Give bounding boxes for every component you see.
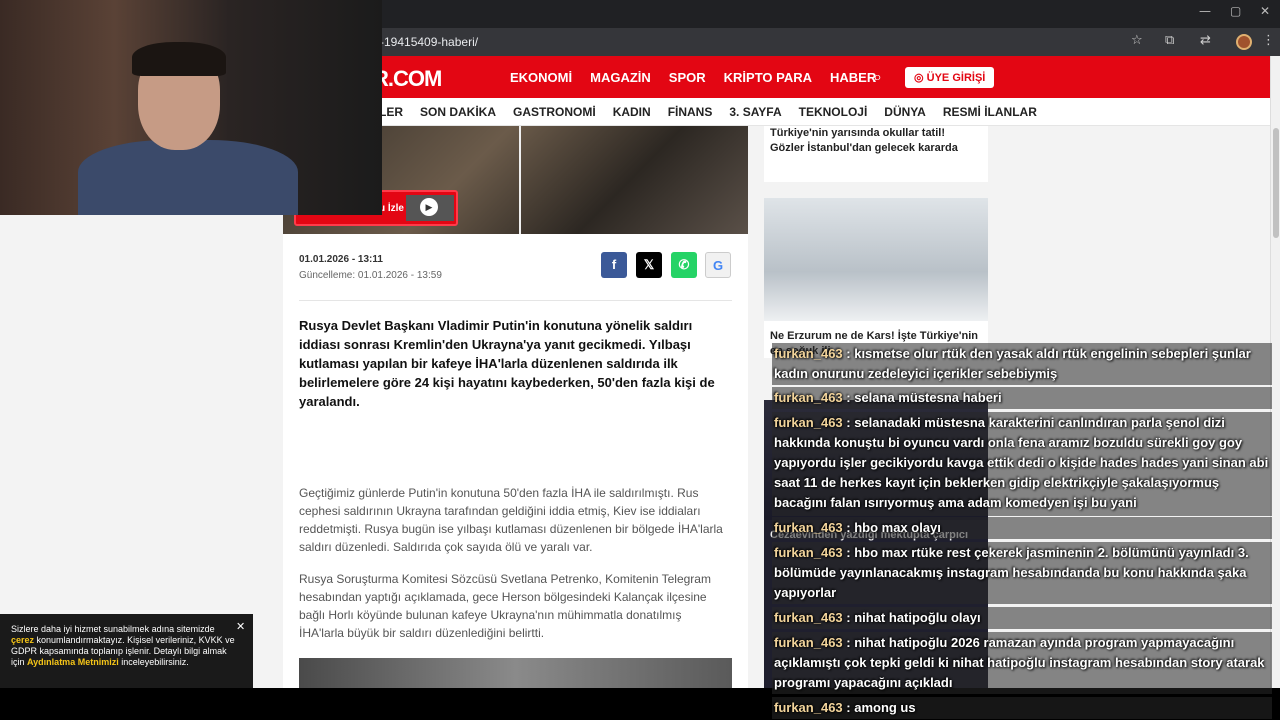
close-window-icon[interactable]: ✕ [1260, 4, 1270, 18]
nav-ekonomi[interactable]: EKONOMİ [510, 70, 572, 85]
maximize-icon[interactable]: ▢ [1230, 4, 1241, 18]
chat-text: : selanadaki müstesna karakterini canlın… [774, 415, 1269, 510]
subnav-dunya[interactable]: DÜNYA [884, 105, 926, 119]
chat-text: : nihat hatipoğlu 2026 ramazan ayında pr… [774, 635, 1265, 690]
chat-username: furkan_463 [774, 700, 843, 715]
publish-date: 01.01.2026 - 13:11 [299, 254, 383, 265]
profile-avatar[interactable] [1236, 34, 1252, 50]
chat-text: : hbo max olayı [842, 520, 941, 535]
subnav-son-dakika[interactable]: SON DAKİKA [420, 105, 496, 119]
article-body: 01.01.2026 - 13:11 Güncelleme: 01.01.202… [283, 234, 748, 720]
subnav-gastronomi[interactable]: GASTRONOMİ [513, 105, 596, 119]
article-lead: Rusya Devlet Başkanı Vladimir Putin'in k… [299, 318, 715, 409]
article-paragraph-1: Geçtiğimiz günlerde Putin'in konutuna 50… [299, 486, 723, 554]
chat-text: : hbo max rtüke rest çekerek jasminenin … [774, 545, 1249, 600]
facebook-share-icon[interactable]: f [601, 252, 627, 278]
chat-message: furkan_463 : nihat hatipoğlu olayı [772, 607, 1272, 629]
top-navigation: EKONOMİ MAGAZİN SPOR KRİPTO PARA HABER [510, 70, 876, 85]
chat-message: furkan_463 : selana müstesna haberi [772, 387, 1272, 409]
chat-message: furkan_463 : hbo max rtüke rest çekerek … [772, 542, 1272, 604]
updated-date: Güncelleme: 01.01.2026 - 13:59 [299, 270, 442, 281]
bookmark-star-icon[interactable]: ☆ [1131, 33, 1143, 48]
privacy-link[interactable]: Aydınlatma Metnimizi [27, 657, 119, 667]
article-paragraph-2: Rusya Soruşturma Komitesi Sözcüsü Svetla… [299, 572, 711, 640]
subnav-3-sayfa[interactable]: 3. SAYFA [729, 105, 781, 119]
minimize-icon[interactable]: — [1199, 4, 1211, 18]
chat-message: furkan_463 : hbo max olayı [772, 517, 1272, 539]
nav-haber[interactable]: HABER [830, 70, 876, 85]
webcam-shirt [78, 140, 298, 215]
nav-spor[interactable]: SPOR [669, 70, 706, 85]
close-icon[interactable]: ✕ [236, 620, 245, 633]
extensions-icon[interactable]: ⧉ [1165, 33, 1174, 48]
scroll-thumb[interactable] [1273, 128, 1279, 238]
chat-message: furkan_463 : kısmetse olur rtük den yasa… [772, 343, 1272, 385]
cookie-link[interactable]: çerez [11, 635, 34, 645]
play-icon: ▶ [420, 198, 438, 216]
chat-username: furkan_463 [774, 415, 843, 430]
chat-text: : nihat hatipoğlu olayı [842, 610, 981, 625]
subnav-resmi-ilanlar[interactable]: RESMİ İLANLAR [943, 105, 1037, 119]
sidebar-card-2-image [764, 198, 988, 321]
login-button[interactable]: ◎ ÜYE GİRİŞİ [905, 67, 995, 88]
chat-text: : selana müstesna haberi [842, 390, 1002, 405]
cookie-text: Sizlere daha iyi hizmet sunabilmek adına… [11, 624, 235, 667]
login-label: ÜYE GİRİŞİ [926, 72, 986, 84]
chat-username: furkan_463 [774, 390, 843, 405]
category-navigation: RİLER SON DAKİKA GASTRONOMİ KADIN FİNANS… [283, 98, 1270, 126]
sidebar-card-2[interactable]: Ne Erzurum ne de Kars! İşte Türkiye'nin … [764, 198, 988, 358]
chat-message: furkan_463 : among us [772, 697, 1272, 719]
whatsapp-share-icon[interactable]: ✆ [671, 252, 697, 278]
chat-username: furkan_463 [774, 520, 843, 535]
divider [299, 300, 732, 301]
translate-icon[interactable]: ⇄ [1200, 33, 1211, 48]
chat-username: furkan_463 [774, 545, 843, 560]
nav-magazin[interactable]: MAGAZİN [590, 70, 651, 85]
chat-text: : among us [842, 700, 916, 715]
google-news-icon[interactable]: G [705, 252, 731, 278]
sidebar-card-1-title: Türkiye'nin yarısında okullar tatil! Göz… [770, 127, 958, 154]
chat-username: furkan_463 [774, 635, 843, 650]
site-logo[interactable]: R.COM [373, 66, 442, 92]
nav-kripto-para[interactable]: KRİPTO PARA [724, 70, 812, 85]
chat-text: : kısmetse olur rtük den yasak aldı rtük… [774, 346, 1251, 381]
chat-username: furkan_463 [774, 610, 843, 625]
subnav-finans[interactable]: FİNANS [668, 105, 713, 119]
site-header: R.COM EKONOMİ MAGAZİN SPOR KRİPTO PARA H… [283, 56, 1270, 98]
cookie-banner: Sizlere daha iyi hizmet sunabilmek adına… [0, 614, 253, 688]
chat-message: furkan_463 : selanadaki müstesna karakte… [772, 412, 1272, 516]
sidebar-card-1[interactable]: Türkiye'nin yarısında okullar tatil! Göz… [764, 126, 988, 182]
subnav-teknoloji[interactable]: TEKNOLOJİ [799, 105, 868, 119]
webcam-hair [132, 42, 226, 76]
chat-username: furkan_463 [774, 346, 843, 361]
hero-divider [519, 126, 521, 234]
subnav-kadin[interactable]: KADIN [613, 105, 651, 119]
url-text[interactable]: -19415409-haberi/ [380, 35, 478, 49]
webcam-overlay [0, 0, 382, 215]
chat-message: furkan_463 : nihat hatipoğlu 2026 ramaza… [772, 632, 1272, 694]
search-icon[interactable]: ⌕ [873, 67, 882, 87]
x-share-icon[interactable]: 𝕏 [636, 252, 662, 278]
menu-dots-icon[interactable]: ⋮ [1262, 33, 1275, 48]
